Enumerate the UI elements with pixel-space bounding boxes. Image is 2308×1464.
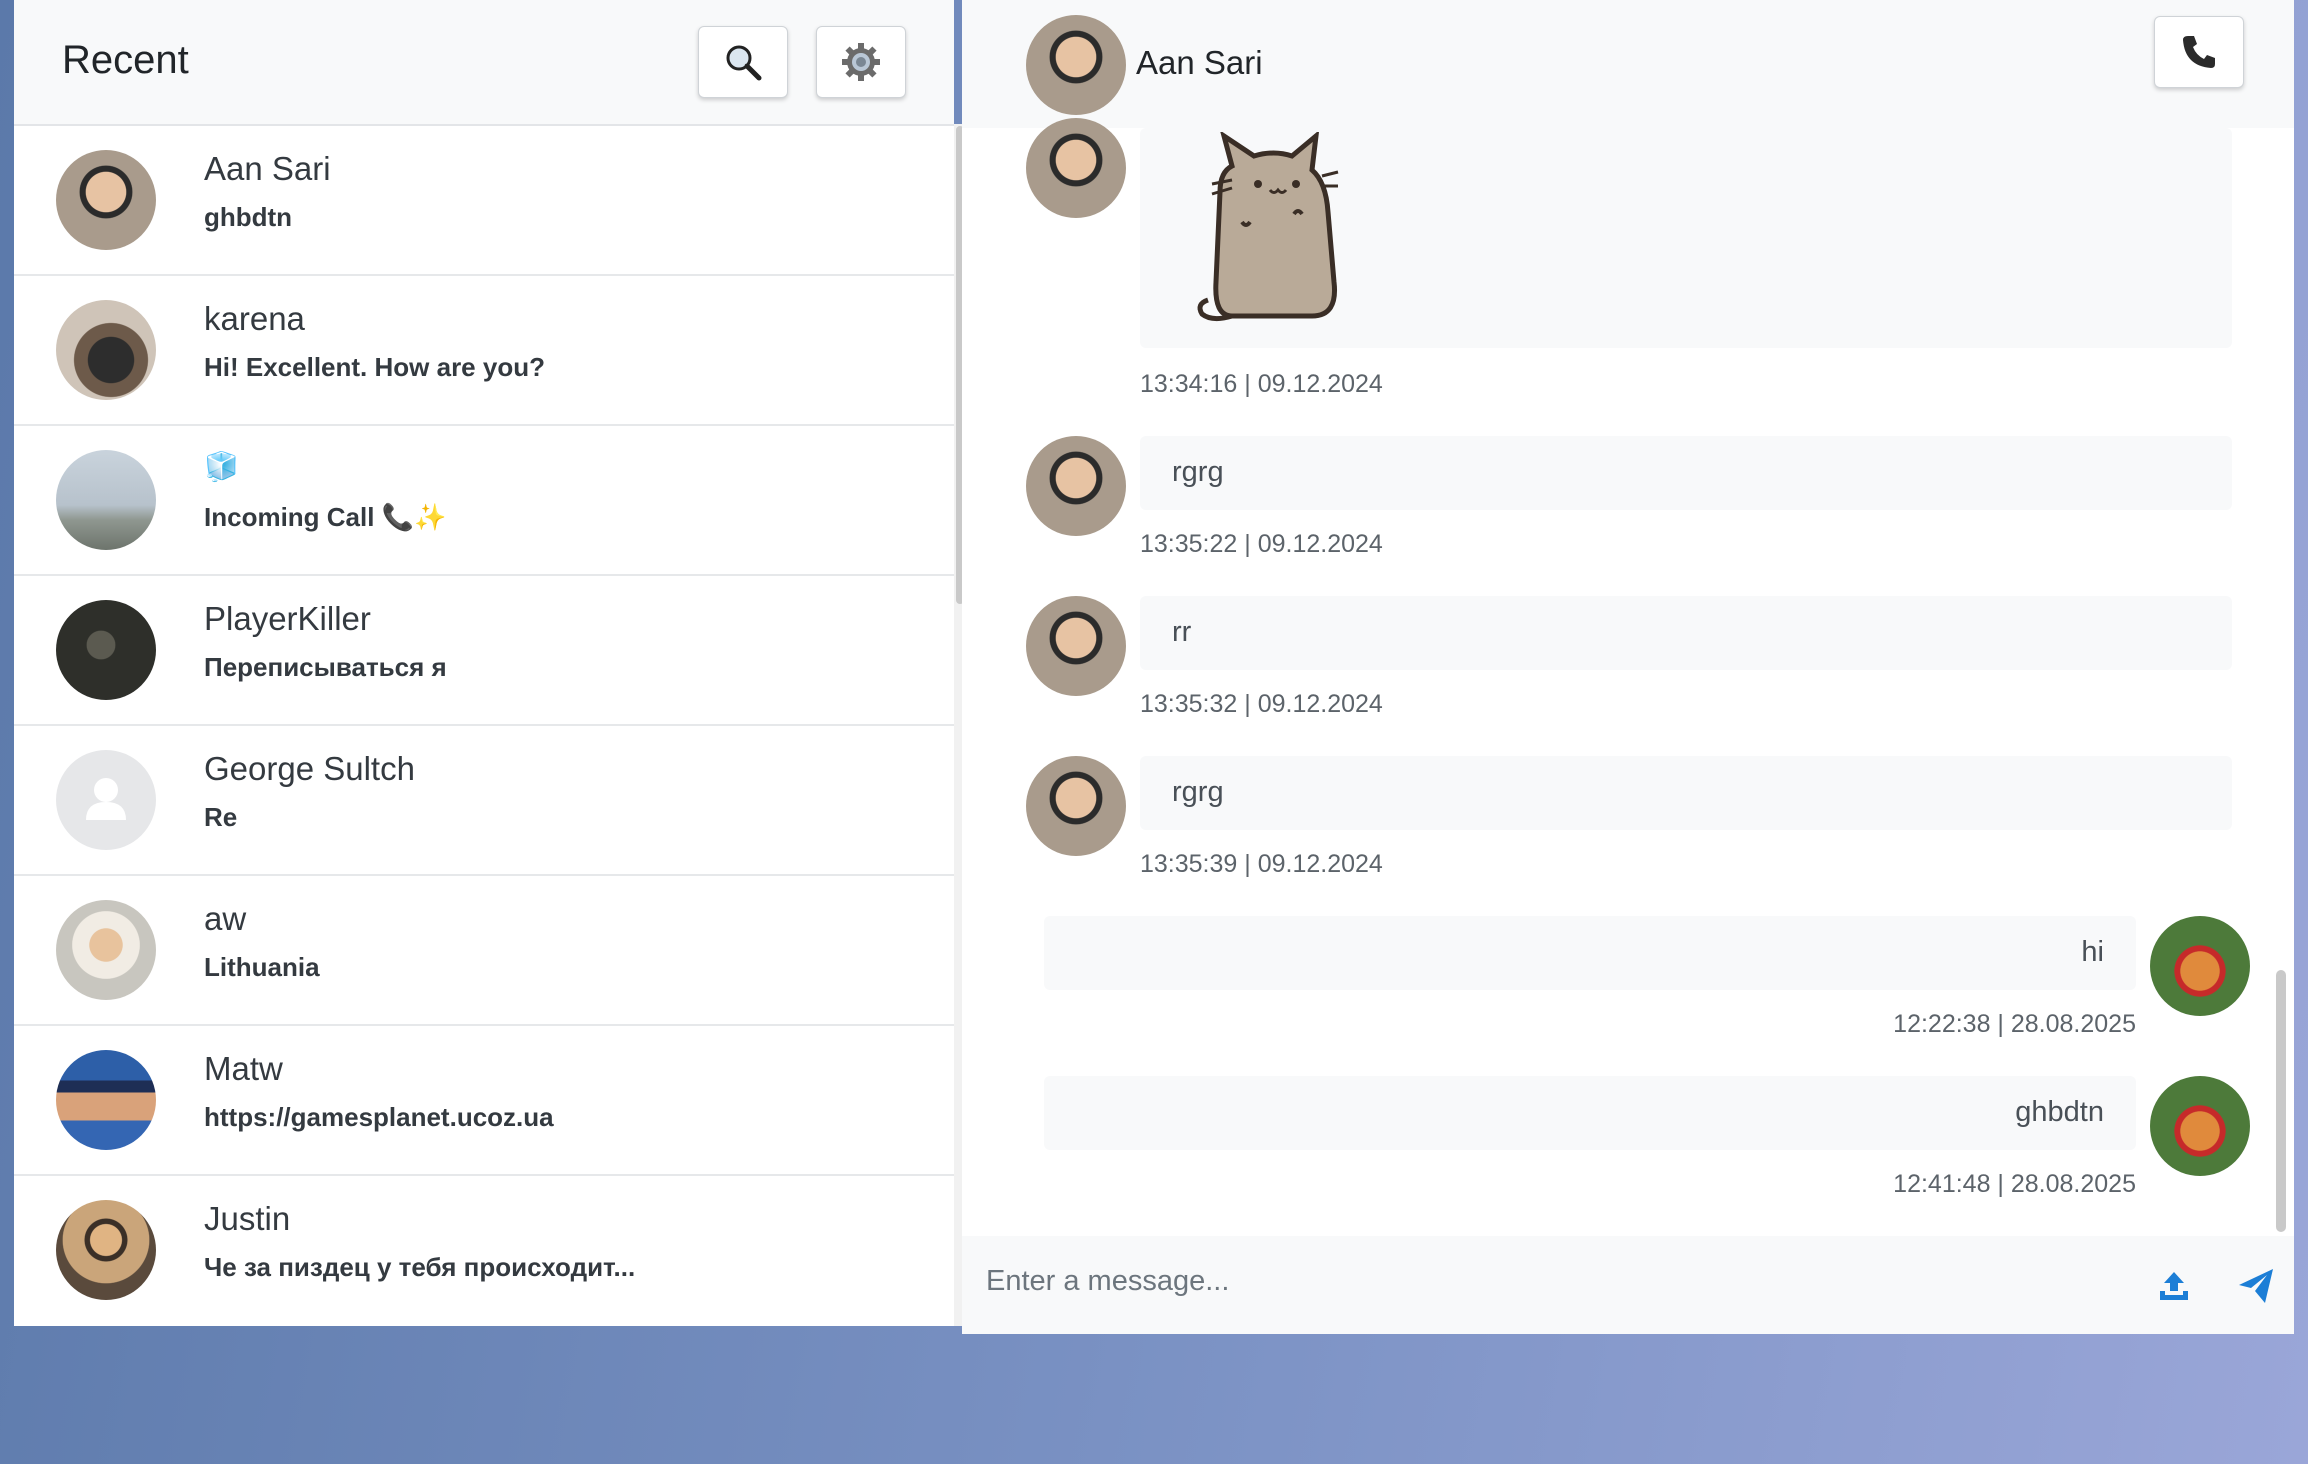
contacts-panel: Recent Aan Sari ghbdtn karena Hi! Excell…	[14, 0, 954, 1326]
contact-last-message: Lithuania	[204, 952, 320, 982]
upload-icon	[2160, 1272, 2188, 1300]
message-timestamp: 12:22:38 | 28.08.2025	[1893, 1010, 2136, 1038]
contact-avatar	[56, 900, 156, 1000]
contact-avatar	[56, 600, 156, 700]
message-timestamp: 13:35:22 | 09.12.2024	[1140, 530, 1383, 558]
message-text: rgrg	[1172, 456, 1224, 488]
chat-scrollbar-thumb[interactable]	[2276, 970, 2286, 1232]
default-avatar-icon	[56, 750, 156, 850]
message-text: ghbdtn	[2015, 1096, 2104, 1128]
contact-last-message: ghbdtn	[204, 202, 293, 232]
my-avatar	[2150, 916, 2250, 1016]
contact-item[interactable]: Matw https://gamesplanet.ucoz.ua	[14, 1026, 954, 1176]
contact-name: George Sultch	[204, 750, 415, 787]
contact-name: PlayerKiller	[204, 600, 371, 637]
message-avatar	[1026, 118, 1126, 218]
contact-avatar	[56, 1050, 156, 1150]
my-avatar	[2150, 1076, 2250, 1176]
message-avatar	[1026, 596, 1126, 696]
phone-icon	[2183, 36, 2215, 68]
contact-name: aw	[204, 900, 247, 937]
contact-last-message: Hi! Excellent. How are you?	[204, 352, 545, 382]
send-button[interactable]	[2234, 1264, 2278, 1308]
message-bubble: rgrg	[1140, 756, 2232, 830]
recent-title: Recent	[62, 38, 189, 82]
contact-item[interactable]: George Sultch Re	[14, 726, 954, 876]
contact-name: Matw	[204, 1050, 283, 1087]
gear-icon	[842, 43, 880, 81]
message-bubble: ghbdtn	[1044, 1076, 2136, 1150]
contact-item[interactable]: Justin Че за пиздец у тебя происходит...	[14, 1176, 954, 1324]
contact-item[interactable]: 🧊 Incoming Call 📞✨	[14, 426, 954, 576]
settings-button[interactable]	[816, 26, 906, 98]
contact-name: Aan Sari	[204, 150, 331, 187]
message-avatar	[1026, 436, 1126, 536]
chat-panel: Aan Sari 13:34:16 | 09.12.2024 rgrg 13:3…	[962, 0, 2294, 1334]
call-button[interactable]	[2154, 16, 2244, 88]
send-icon	[2239, 1269, 2273, 1303]
pusheen-cat-sticker	[1197, 132, 1339, 322]
contact-item[interactable]: karena Hi! Excellent. How are you?	[14, 276, 954, 426]
chat-contact-avatar[interactable]	[1026, 15, 1126, 115]
message-timestamp: 13:35:32 | 09.12.2024	[1140, 690, 1383, 718]
contact-last-message: Переписываться я	[204, 652, 447, 682]
message-bubble: hi	[1044, 916, 2136, 990]
contact-item[interactable]: PlayerKiller Переписываться я	[14, 576, 954, 726]
message-text: hi	[2081, 936, 2104, 968]
message-text: rr	[1172, 616, 1192, 648]
search-icon	[726, 45, 762, 81]
message-bubble: rgrg	[1140, 436, 2232, 510]
message-timestamp: 13:34:16 | 09.12.2024	[1140, 370, 1383, 398]
message-bubble	[1140, 128, 2232, 348]
contacts-header: Recent	[14, 0, 954, 126]
message-input[interactable]	[962, 1250, 2148, 1312]
upload-button[interactable]	[2152, 1264, 2196, 1308]
contact-last-message: Re	[204, 802, 238, 832]
chat-contact-name: Aan Sari	[1136, 44, 1263, 81]
contact-name: karena	[204, 300, 305, 337]
contact-item[interactable]: aw Lithuania	[14, 876, 954, 1026]
contact-avatar	[56, 300, 156, 400]
contact-last-message: https://gamesplanet.ucoz.ua	[204, 1102, 554, 1132]
chat-header: Aan Sari	[962, 0, 2294, 128]
contact-avatar	[56, 450, 156, 550]
search-button[interactable]	[698, 26, 788, 98]
messenger-app: Recent Aan Sari ghbdtn karena Hi! Excell…	[14, 0, 2294, 1334]
message-text: rgrg	[1172, 776, 1224, 808]
message-bubble: rr	[1140, 596, 2232, 670]
message-composer	[962, 1236, 2294, 1334]
message-timestamp: 13:35:39 | 09.12.2024	[1140, 850, 1383, 878]
contact-name: 🧊	[204, 451, 239, 482]
contact-item[interactable]: Aan Sari ghbdtn	[14, 126, 954, 276]
contact-avatar	[56, 1200, 156, 1300]
contact-avatar	[56, 150, 156, 250]
contact-last-message: Че за пиздец у тебя происходит...	[204, 1252, 636, 1282]
contact-last-message: Incoming Call 📞✨	[204, 502, 447, 532]
message-timestamp: 12:41:48 | 28.08.2025	[1893, 1170, 2136, 1198]
contact-name: Justin	[204, 1200, 291, 1237]
message-avatar	[1026, 756, 1126, 856]
